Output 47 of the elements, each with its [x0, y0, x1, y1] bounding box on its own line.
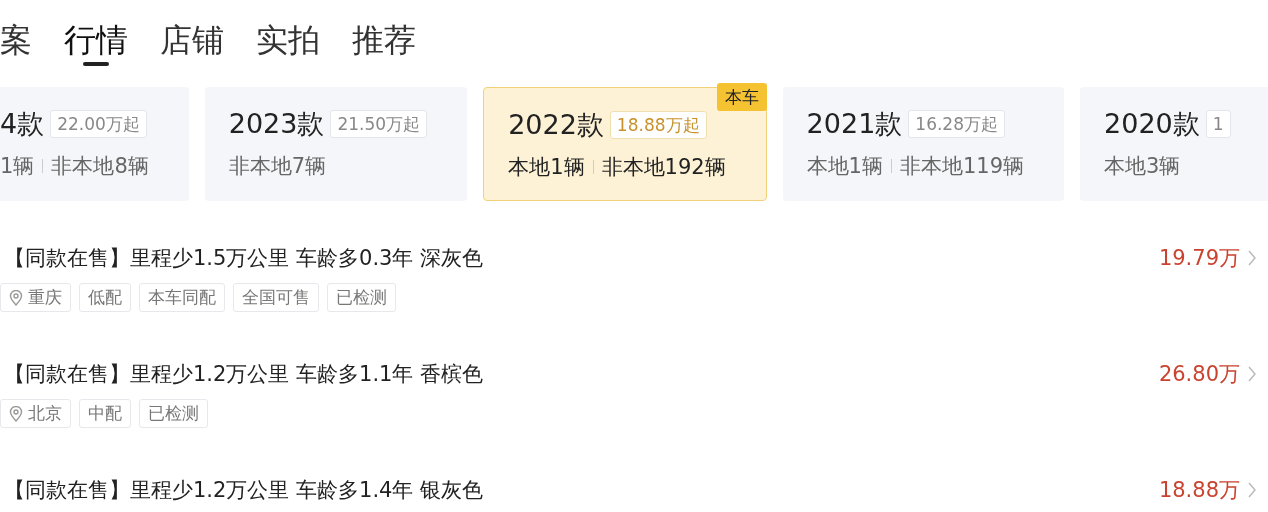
model-year: 2023款 [228, 107, 325, 141]
local-count: 本地3辆 [1104, 153, 1181, 180]
tab[interactable]: 案 [0, 18, 32, 66]
tag: 本车同配 [139, 283, 225, 312]
tab[interactable]: 行情 [64, 18, 128, 66]
starting-price: 18.88万起 [609, 111, 707, 139]
listing-title[interactable]: 【同款在售】里程少1.5万公里 车龄多0.3年 深灰色 [0, 243, 484, 273]
current-car-badge: 本车 [716, 83, 767, 111]
listing-title[interactable]: 【同款在售】里程少1.2万公里 车龄多1.4年 银灰色 [0, 475, 484, 505]
chevron-right-icon[interactable] [1248, 250, 1256, 266]
local-count: 本地1辆 [508, 154, 585, 181]
model-year-card[interactable]: 2023款 21.50万起 非本地7辆 [204, 87, 468, 201]
model-year-card[interactable]: 2020款 1 本地3辆 [1080, 87, 1268, 201]
model-year-card[interactable]: 4款 22.00万起 1辆 非本地8辆 [0, 87, 189, 201]
starting-price: 21.50万起 [330, 110, 428, 138]
local-count: 本地1辆 [806, 153, 883, 180]
nonlocal-count: 非本地7辆 [228, 153, 327, 180]
listing-price: 18.88万 [1158, 477, 1240, 504]
location-pin-icon [9, 289, 23, 306]
tag: 已检测 [139, 399, 208, 428]
location-tag: 重庆 [0, 283, 71, 312]
tag: 已检测 [327, 283, 396, 312]
location-pin-icon [9, 405, 23, 422]
tab[interactable]: 推荐 [352, 18, 416, 66]
tab[interactable]: 店铺 [160, 18, 224, 66]
starting-price: 1 [1205, 110, 1231, 138]
chevron-right-icon[interactable] [1248, 366, 1256, 382]
tag: 低配 [79, 283, 131, 312]
local-count: 1辆 [0, 153, 35, 180]
listing-title[interactable]: 【同款在售】里程少1.2万公里 车龄多1.1年 香槟色 [0, 359, 484, 389]
model-year: 2022款 [508, 108, 604, 142]
model-year: 2021款 [806, 107, 903, 141]
starting-price: 22.00万起 [50, 110, 147, 138]
nonlocal-count: 非本地192辆 [601, 154, 726, 181]
nonlocal-count: 非本地119辆 [900, 153, 1025, 180]
starting-price: 16.28万起 [908, 110, 1005, 138]
model-year: 4款 [0, 107, 45, 141]
listing-price: 26.80万 [1158, 361, 1240, 388]
chevron-right-icon[interactable] [1248, 482, 1256, 498]
location-tag: 北京 [0, 399, 71, 428]
tab[interactable]: 实拍 [256, 18, 320, 66]
nonlocal-count: 非本地8辆 [51, 153, 149, 180]
model-year: 2020款 [1104, 107, 1200, 141]
tag: 中配 [79, 399, 131, 428]
model-year-card[interactable]: 2021款 16.28万起 本地1辆 非本地119辆 [782, 87, 1065, 201]
tag: 全国可售 [233, 283, 319, 312]
listing-price: 19.79万 [1158, 245, 1240, 272]
